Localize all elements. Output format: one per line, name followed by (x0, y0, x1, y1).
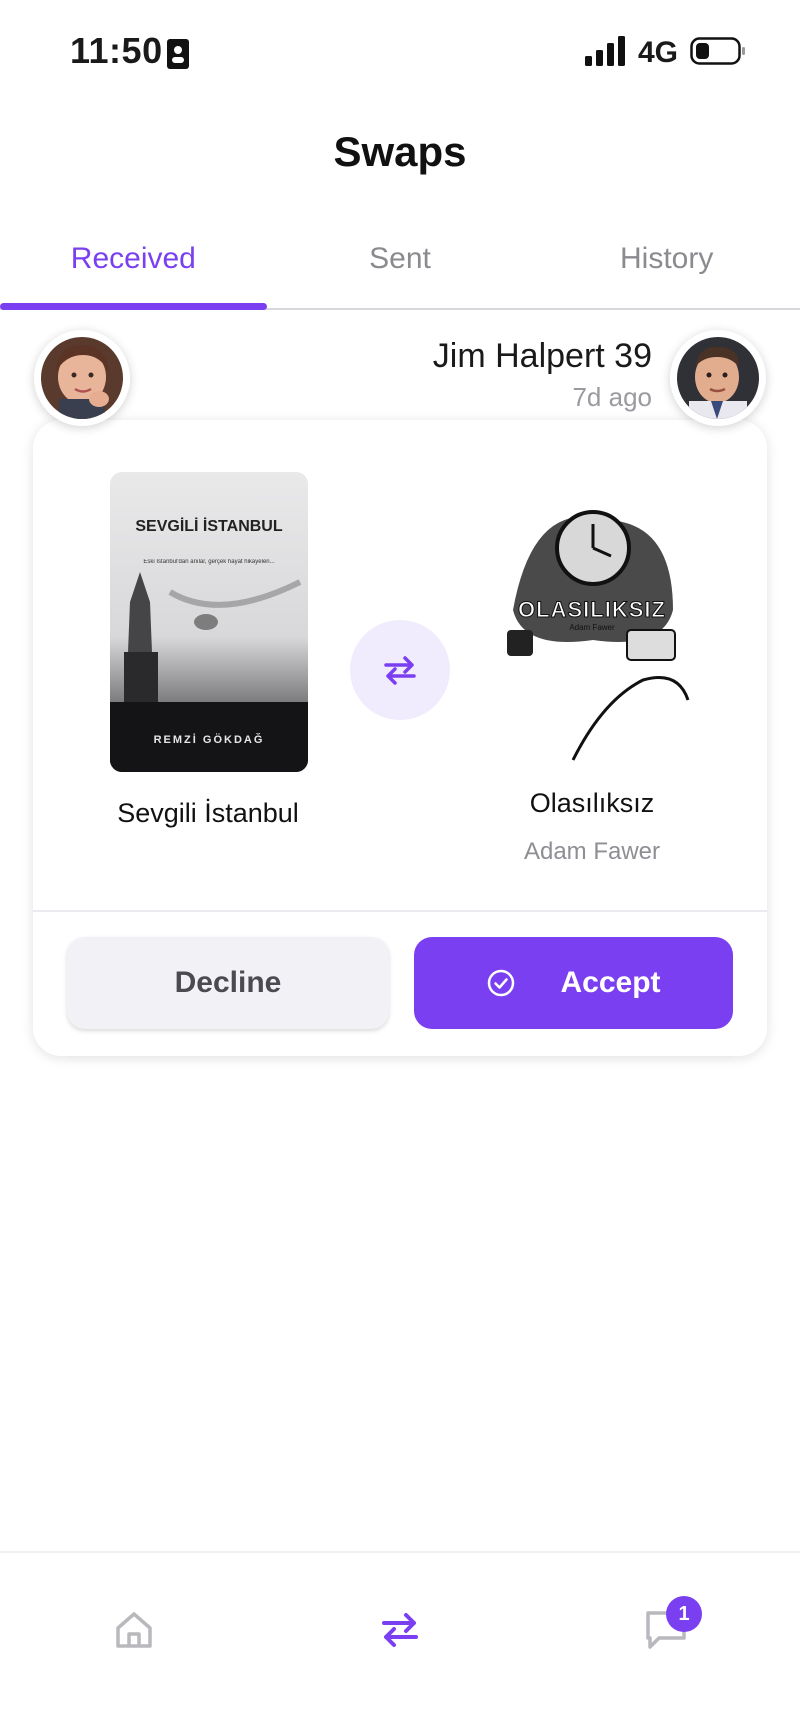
tab-history[interactable]: History (533, 230, 800, 308)
status-time: 11:50 (70, 30, 163, 71)
requester-name[interactable]: Jim Halpert 39 (433, 337, 652, 376)
requested-book-author: Adam Fawer (523, 838, 661, 865)
decline-button[interactable]: Decline (67, 937, 389, 1029)
home-icon (116, 1612, 152, 1648)
swap-arrows-icon (384, 656, 416, 685)
swap-indicator (350, 620, 450, 720)
requested-book-title: Olasılıksız (529, 788, 655, 818)
check-circle-icon (486, 968, 516, 998)
tab-bar: Received Sent History (0, 230, 800, 310)
chat-badge: 1 (666, 1596, 702, 1632)
accept-label: Accept (560, 966, 661, 999)
bottom-nav (0, 1551, 800, 1731)
man-portrait-icon (677, 337, 759, 419)
accept-button[interactable]: Accept (414, 937, 733, 1029)
offered-cover-title: SEVGİLİ İSTANBUL (135, 518, 283, 535)
contact-card-icon (167, 39, 189, 69)
offered-book-title: Sevgili İstanbul (117, 798, 299, 828)
offered-cover-author: REMZİ GÖKDAĞ (153, 734, 265, 746)
offered-cover-subtitle: Eski İstanbul'dan anılar, gerçek hayat h… (143, 559, 275, 565)
woman-portrait-icon (41, 337, 123, 419)
network-type: 4G (638, 36, 679, 69)
offered-book-cover[interactable]: SEVGİLİ İSTANBUL Eski İstanbul'dan anıla… (110, 472, 308, 772)
decline-label: Decline (174, 966, 282, 999)
requested-cover-title: OLASILIKSIZ (518, 597, 666, 623)
signal-icon (585, 36, 625, 66)
battery-icon (690, 37, 745, 65)
requested-cover-author: Adam Fawer (569, 623, 615, 632)
status-bar: 11:50 4G (0, 0, 800, 100)
my-avatar[interactable] (34, 330, 130, 426)
request-time: 7d ago (572, 382, 652, 412)
requester-avatar[interactable] (670, 330, 766, 426)
book-cover-image (110, 472, 308, 772)
tab-sent[interactable]: Sent (267, 230, 534, 308)
requested-book-cover[interactable]: OLASILIKSIZ Adam Fawer (493, 460, 691, 762)
page-title: Swaps (333, 128, 467, 175)
tab-received[interactable]: Received (0, 230, 267, 310)
swap-icon (382, 1613, 418, 1647)
nav-swaps[interactable] (368, 1598, 432, 1662)
card-divider (33, 910, 767, 912)
swaps-screen: 11:50 4G Swaps Received Sent History Jim… (0, 0, 800, 1731)
nav-home[interactable] (102, 1598, 166, 1662)
